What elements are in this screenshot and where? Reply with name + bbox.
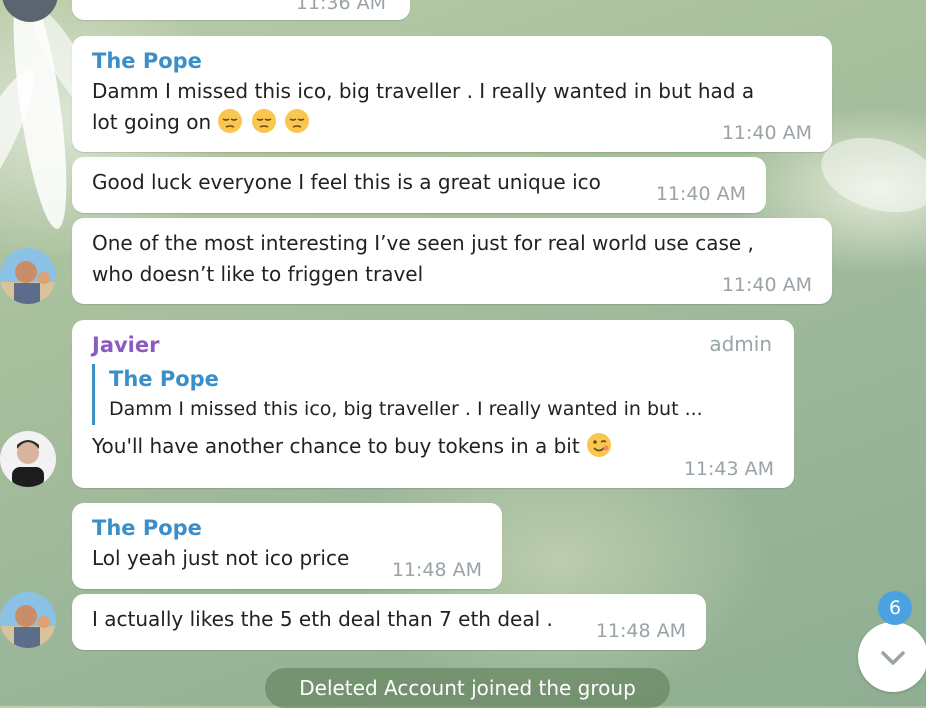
message-time: 11:43 AM: [683, 458, 774, 480]
message-text-line: lot going on: [92, 107, 812, 138]
message-text: You'll have another chance to buy tokens…: [92, 431, 774, 462]
pensive-face-emoji: [217, 109, 311, 134]
unread-count-badge[interactable]: 6: [878, 591, 912, 625]
partial-message: 11:36 AM: [72, 0, 410, 20]
reply-quote[interactable]: The Pope Damm I missed this ico, big tra…: [92, 364, 774, 425]
message-time: 11:36 AM: [295, 0, 386, 14]
message-bubble[interactable]: I actually likes the 5 eth deal than 7 e…: [72, 594, 706, 650]
sender-name[interactable]: The Pope: [92, 513, 482, 543]
message-bubble[interactable]: Javier admin The Pope Damm I missed this…: [72, 320, 794, 488]
reply-text: Damm I missed this ico, big traveller . …: [109, 398, 703, 420]
message-text-line: who doesn’t like to friggen travel: [92, 262, 424, 286]
chevron-down-icon: [881, 651, 905, 665]
message-time: 11:48 AM: [391, 559, 482, 581]
scroll-down-button[interactable]: [858, 622, 926, 692]
avatar[interactable]: [0, 431, 56, 487]
message-bubble[interactable]: One of the most interesting I’ve seen ju…: [72, 218, 832, 304]
avatar[interactable]: [0, 592, 56, 648]
message-time: 11:48 AM: [595, 620, 686, 642]
message-text: Lol yeah just not ico price: [92, 546, 350, 570]
admin-badge: admin: [709, 332, 772, 356]
message-bubble[interactable]: The Pope Lol yeah just not ico price 11:…: [72, 503, 502, 589]
message-text: Good luck everyone I feel this is a grea…: [92, 170, 601, 194]
message-bubble[interactable]: Good luck everyone I feel this is a grea…: [72, 157, 766, 213]
message-text-line: Damm I missed this ico, big traveller . …: [92, 79, 755, 103]
sender-name[interactable]: The Pope: [92, 46, 812, 76]
avatar[interactable]: [0, 248, 56, 304]
message-text-line: One of the most interesting I’ve seen ju…: [92, 231, 754, 255]
message-text: I actually likes the 5 eth deal than 7 e…: [92, 607, 553, 631]
message-text-fragment: You'll have another chance to buy tokens…: [92, 434, 580, 458]
reply-sender: The Pope: [109, 367, 219, 391]
sender-name[interactable]: Javier: [92, 330, 774, 360]
message-bubble[interactable]: The Pope Damm I missed this ico, big tra…: [72, 36, 832, 152]
service-message: Deleted Account joined the group: [265, 668, 670, 708]
message-time: 11:40 AM: [721, 122, 812, 144]
winking-face-emoji: [586, 433, 613, 458]
message-text-fragment: lot going on: [92, 110, 212, 134]
message-time: 11:40 AM: [721, 274, 812, 296]
message-text: Damm I missed this ico, big traveller . …: [92, 76, 812, 138]
message-text: One of the most interesting I’ve seen ju…: [92, 228, 812, 290]
message-time: 11:40 AM: [655, 183, 746, 205]
